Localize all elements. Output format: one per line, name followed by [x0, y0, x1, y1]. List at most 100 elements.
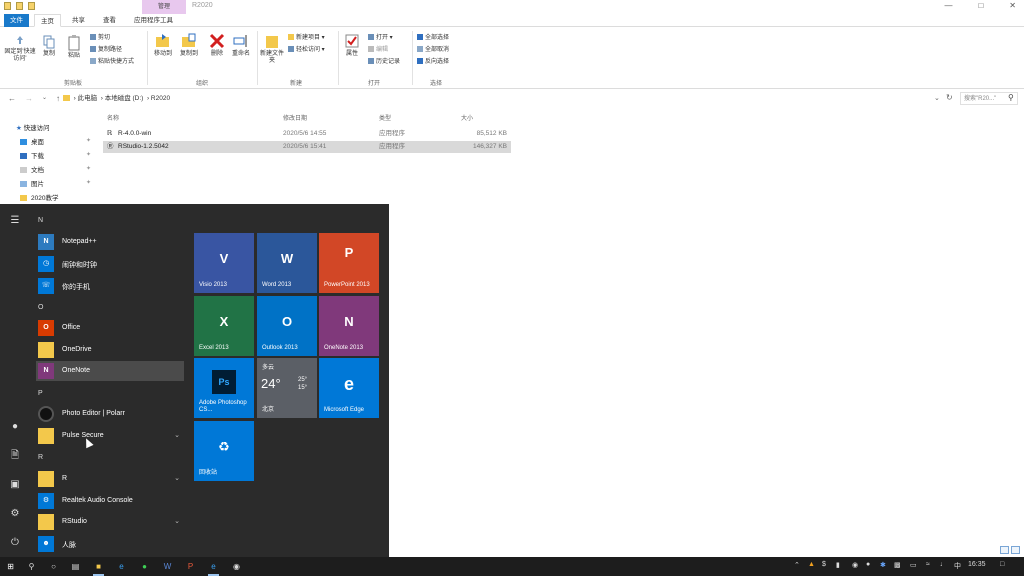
column-header-date[interactable]: 修改日期	[283, 113, 307, 122]
app-r[interactable]: R ⌄	[36, 469, 184, 489]
task-view-icon[interactable]: ▤	[68, 559, 83, 574]
recent-chevron-icon[interactable]: ⌄	[42, 94, 47, 103]
tab-view[interactable]: 查看	[97, 14, 122, 27]
column-header-size[interactable]: 大小	[461, 113, 473, 122]
move-to-button[interactable]: 移动到	[151, 33, 175, 58]
app-your-phone[interactable]: ☏ 你的手机	[36, 276, 184, 296]
tab-app-tools[interactable]: 应用程序工具	[128, 14, 179, 27]
rename-button[interactable]: 重命名	[229, 33, 253, 58]
folder-icon[interactable]	[4, 2, 11, 10]
wifi-icon[interactable]: ≈	[926, 561, 930, 568]
nav-item-documents[interactable]: 文档	[20, 164, 44, 174]
tile-outlook[interactable]: O Outlook 2013	[257, 296, 317, 356]
app-realtek[interactable]: ⚙ Realtek Audio Console	[36, 491, 184, 511]
minimize-icon[interactable]: —	[944, 1, 952, 10]
tab-file[interactable]: 文件	[4, 14, 29, 27]
section-letter-n[interactable]: N	[38, 217, 43, 224]
nav-item-2020[interactable]: 2020教学	[20, 192, 58, 202]
tray-overflow-chevron-icon[interactable]: ⌃	[794, 561, 800, 569]
open-button[interactable]: 打开 ▾	[368, 34, 393, 42]
power-icon[interactable]: ⏻	[8, 536, 22, 550]
app-photo-editor[interactable]: Photo Editor | Polarr	[36, 404, 184, 424]
tile-word[interactable]: W Word 2013	[257, 233, 317, 293]
tile-edge[interactable]: e Microsoft Edge	[319, 358, 379, 418]
windows-start-icon[interactable]: ⊞	[3, 559, 18, 574]
app-onedrive[interactable]: OneDrive	[36, 340, 184, 360]
app-pulse-secure[interactable]: Pulse Secure ⌄	[36, 426, 184, 446]
new-folder-icon[interactable]	[28, 2, 35, 10]
app-alarm-clock[interactable]: ◷ 闹钟和时钟	[36, 254, 184, 274]
back-arrow-icon[interactable]: ←	[8, 94, 16, 103]
tile-powerpoint[interactable]: P PowerPoint 2013	[319, 233, 379, 293]
nav-item-downloads[interactable]: 下载	[20, 150, 44, 160]
paste-button[interactable]: 粘贴	[63, 35, 85, 60]
cortana-icon[interactable]: ○	[46, 559, 61, 574]
maximize-icon[interactable]: □	[978, 1, 983, 10]
tray-app-icon[interactable]: $	[822, 561, 826, 568]
table-row[interactable]: Ⓡ RStudio-1.2.5042 2020/5/6 15:41 应用程序 1…	[103, 141, 511, 153]
tray-app-icon[interactable]: ▲	[808, 561, 815, 568]
tray-app-icon[interactable]: ▮	[836, 561, 840, 569]
tile-onenote[interactable]: N OneNote 2013	[319, 296, 379, 356]
section-letter-o[interactable]: O	[38, 304, 43, 311]
search-icon[interactable]: ⚲	[24, 559, 39, 574]
close-icon[interactable]: ✕	[1009, 1, 1016, 10]
app-office[interactable]: O Office	[36, 318, 184, 338]
hamburger-menu-icon[interactable]: ☰	[8, 214, 22, 228]
refresh-icon[interactable]: ↻	[946, 93, 953, 102]
nav-item-desktop[interactable]: 桌面	[20, 136, 44, 146]
tray-app-icon[interactable]: ◉	[852, 561, 858, 569]
easy-access-button[interactable]: 轻松访问 ▾	[288, 46, 325, 54]
clock[interactable]: 16:35	[968, 561, 986, 568]
tab-share[interactable]: 共享	[66, 14, 91, 27]
copy-path-button[interactable]: 复制路径	[90, 46, 122, 54]
up-arrow-icon[interactable]: ↑	[56, 94, 60, 103]
breadcrumb[interactable]: › 此电脑 › 本地磁盘 (D:) › R2020	[62, 92, 942, 105]
context-tab-manage[interactable]: 管理	[142, 0, 186, 14]
tile-visio[interactable]: V Visio 2013	[194, 233, 254, 293]
invert-selection-button[interactable]: 反向选择	[417, 58, 449, 66]
copy-button[interactable]: 复制	[38, 35, 60, 58]
documents-icon[interactable]: 🗎	[8, 449, 22, 463]
forward-arrow-icon[interactable]: →	[25, 94, 33, 103]
select-all-button[interactable]: 全部选择	[417, 34, 449, 42]
tile-excel[interactable]: X Excel 2013	[194, 296, 254, 356]
app-onenote[interactable]: N OneNote	[36, 361, 184, 381]
app-people[interactable]: ☻ 人脉	[36, 534, 184, 554]
history-button[interactable]: 历史记录	[368, 58, 400, 66]
battery-icon[interactable]: ▭	[910, 561, 917, 569]
bluetooth-icon[interactable]: ✱	[880, 561, 886, 569]
powerpoint-icon[interactable]: P	[183, 559, 198, 574]
tile-weather[interactable]: 多云 24° 25° 15° 北京	[257, 358, 317, 418]
copy-to-button[interactable]: 复制到	[177, 33, 201, 58]
breadcrumb-drive-d[interactable]: 本地磁盘 (D:)	[105, 95, 144, 102]
properties-button[interactable]: 属性	[341, 33, 363, 58]
breadcrumb-this-pc[interactable]: 此电脑	[78, 95, 98, 102]
paste-shortcut-button[interactable]: 粘贴快捷方式	[90, 58, 134, 66]
tray-app-icon[interactable]: ▩	[894, 561, 901, 569]
table-row[interactable]: ℝ R-4.0.0-win 2020/5/6 14:55 应用程序 85,512…	[103, 128, 511, 140]
new-folder-button[interactable]: 新建文件夹	[259, 33, 285, 65]
app-rstudio[interactable]: RStudio ⌄	[36, 512, 184, 532]
details-view-icon[interactable]	[1000, 546, 1009, 554]
user-avatar-icon[interactable]: ●	[8, 420, 22, 434]
search-icon[interactable]: ⚲	[1008, 93, 1014, 102]
file-explorer-icon[interactable]: ■	[91, 559, 106, 576]
edge-icon[interactable]: e	[206, 559, 221, 576]
large-icons-view-icon[interactable]	[1011, 546, 1020, 554]
pin-quick-access-button[interactable]: 固定到'快速访问'	[3, 35, 37, 63]
wechat-icon[interactable]: ●	[137, 559, 152, 574]
tile-recycle-bin[interactable]: ♻ 回收站	[194, 421, 254, 481]
camera-icon[interactable]: ◉	[229, 559, 244, 574]
volume-icon[interactable]: ♩	[940, 561, 947, 568]
pictures-icon[interactable]: ▣	[8, 478, 22, 492]
delete-button[interactable]: 删除	[207, 33, 227, 58]
nav-item-pictures[interactable]: 图片	[20, 178, 44, 188]
cut-button[interactable]: 剪切	[90, 34, 110, 42]
nav-quick-access[interactable]: ★ 快速访问	[16, 122, 50, 132]
word-icon[interactable]: W	[160, 559, 175, 574]
app-notepadpp[interactable]: N Notepad++	[36, 232, 184, 252]
ime-indicator[interactable]: 中	[954, 561, 961, 571]
breadcrumb-r2020[interactable]: R2020	[151, 95, 170, 102]
section-letter-r[interactable]: R	[38, 454, 43, 461]
